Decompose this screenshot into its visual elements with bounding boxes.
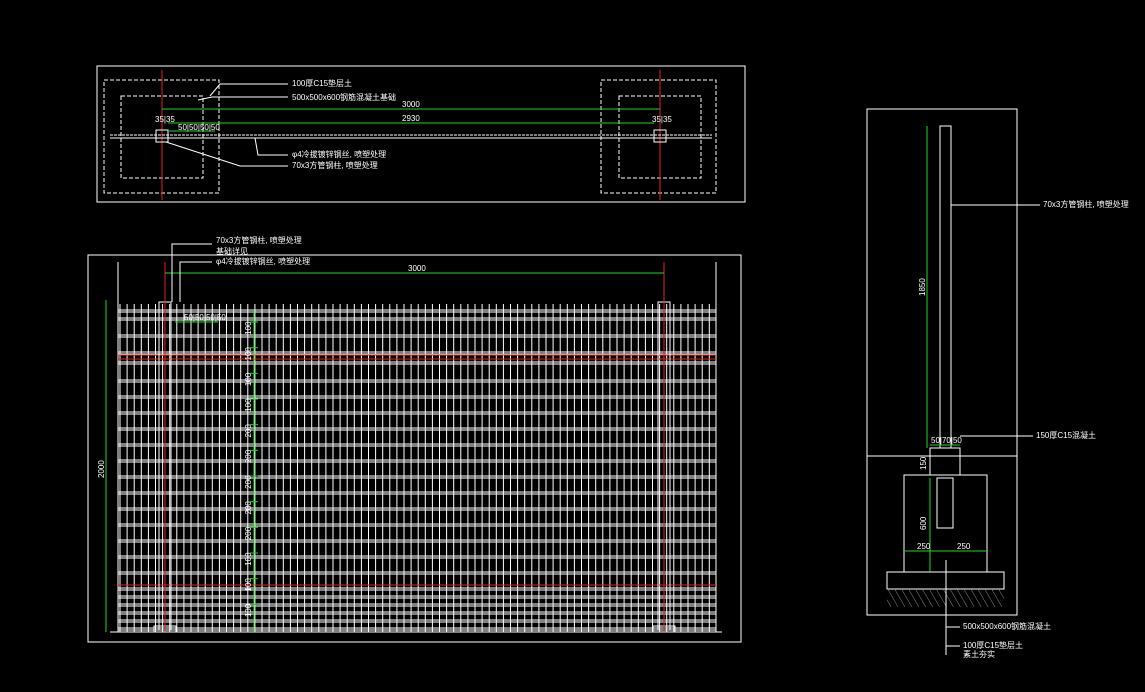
elevation-dim-3000-label: 3000 — [408, 264, 426, 273]
elevation-row-dim: 200 — [244, 475, 253, 489]
elevation-row-dim: 100 — [244, 372, 253, 386]
plan-dim-2930-label: 2930 — [402, 114, 420, 123]
plan-leader-mesh — [254, 137, 288, 156]
cad-drawing: 3000 2930 35|35 35|35 50|50|50|50 100厚C1… — [87, 65, 1129, 659]
plan-label-mesh: φ4冷拔镀锌钢丝, 喷塑处理 — [292, 149, 386, 159]
plan-label-found-base: 100厚C15垫层土 — [292, 78, 352, 88]
plan-label-post: 70x3方管钢柱, 喷塑处理 — [292, 160, 378, 170]
elevation-label-mesh: φ4冷拔镀锌钢丝, 喷塑处理 — [216, 256, 310, 266]
elevation-row-dim: 200 — [244, 424, 253, 438]
elevation-row-dim: 200 — [244, 526, 253, 540]
plan-leader-found-base — [209, 83, 288, 97]
elevation-mesh — [118, 304, 716, 632]
plan-dim-edge-right: 35|35 — [652, 115, 672, 124]
plan-footing-right-outer — [600, 79, 717, 194]
plan-dim-edge-left: 35|35 — [155, 115, 175, 124]
elevation-row-dim: 200 — [244, 449, 253, 463]
elevation-row-dim: 200 — [244, 501, 253, 515]
plan-leader-found-block — [197, 96, 288, 101]
elevation-row-dim: 100 — [244, 552, 253, 566]
plan-label-found-block: 500x500x600钢筋混凝土基础 — [292, 92, 396, 102]
elevation-dim-grid: 50|50|50|50 — [184, 313, 226, 322]
section-label-soil: 素土夯实 — [963, 649, 995, 659]
section-footing — [903, 474, 988, 573]
plan-view: 3000 2930 35|35 35|35 50|50|50|50 100厚C1… — [96, 65, 746, 203]
section-dim-post-split: 50|70|50 — [931, 436, 962, 445]
plan-frame — [96, 65, 746, 203]
elevation-row-dim: 100 — [244, 603, 253, 617]
elevation-row-dims: 100 100 100 100 200 200 200 200 200 100 100 100 — [244, 321, 258, 617]
elevation-label-post: 70x3方管钢柱, 喷塑处理 — [216, 235, 302, 245]
elevation-row-dim: 100 — [244, 398, 253, 412]
elevation-label-post-note: 基础详见 — [216, 246, 248, 256]
section-label-post: 70x3方管钢柱, 喷塑处理 — [1043, 199, 1129, 209]
elevation-dim-2000-label: 2000 — [97, 460, 106, 478]
section-view: 1850 50|70|50 150 600 250 250 70x3方管钢柱, … — [866, 108, 1129, 659]
section-dim-250-right: 250 — [957, 542, 971, 551]
section-frame — [866, 108, 1018, 616]
elevation-row-dim: 100 — [244, 321, 253, 335]
plan-leader-post — [165, 141, 288, 167]
section-label-found-block: 500x500x600钢筋混凝土 — [963, 621, 1051, 631]
elevation-view: 3000 2000 50|50|50|50 100 100 100 100 200 200… — [87, 235, 742, 643]
plan-dim-grid: 50|50|50|50 — [178, 123, 220, 132]
section-dim-150: 150 — [919, 456, 928, 470]
section-dim-600: 600 — [919, 516, 928, 530]
elevation-leader-mesh — [179, 261, 212, 302]
section-post — [939, 125, 952, 449]
section-dim-1850-label: 1850 — [918, 278, 927, 296]
elevation-row-dim: 100 — [244, 578, 253, 592]
section-label-base: 150厚C15混凝土 — [1036, 430, 1096, 440]
section-label-found-base: 100厚C15垫层土 — [963, 640, 1023, 650]
section-collar — [929, 447, 961, 476]
section-dim-250-left: 250 — [917, 542, 931, 551]
section-post-embed — [936, 477, 954, 529]
elevation-row-dim: 100 — [244, 347, 253, 361]
plan-dim-3000-label: 3000 — [402, 100, 420, 109]
